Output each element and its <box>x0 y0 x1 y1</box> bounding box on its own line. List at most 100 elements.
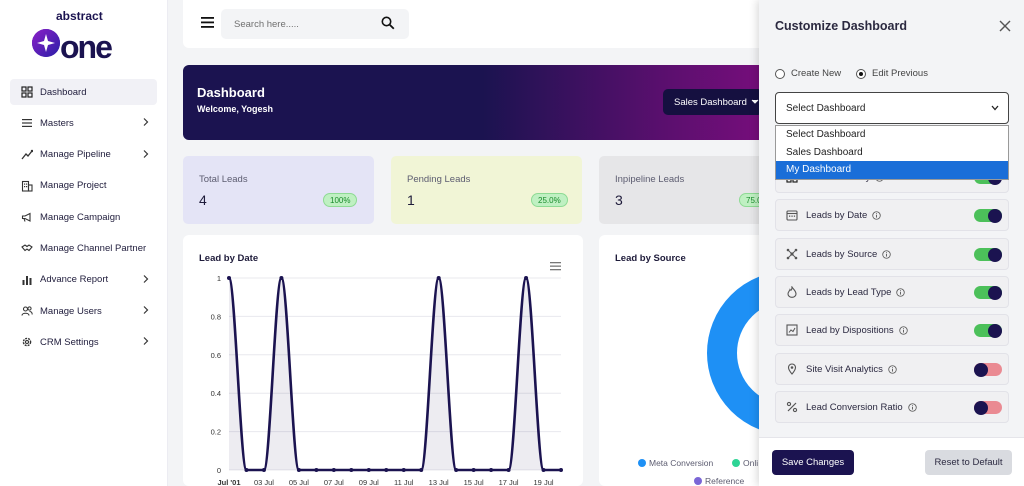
dropdown-option[interactable]: Sales Dashboard <box>776 144 1008 162</box>
total-leads-card[interactable]: Total Leads 4 100% <box>183 156 374 224</box>
radio-button[interactable] <box>856 68 866 79</box>
data-point[interactable] <box>331 468 336 472</box>
search-icon[interactable] <box>381 16 395 30</box>
info-icon[interactable] <box>907 402 917 412</box>
select-dashboard-dropdown[interactable]: Select Dashboard <box>775 92 1009 124</box>
x-tick-label: 11 Jul <box>394 478 414 486</box>
legend-item[interactable]: Meta Conversion <box>638 458 713 468</box>
pipeline-icon <box>20 148 34 162</box>
lead-by-date-card: Lead by Date 0 0.2 0.4 0.6 0.8 1 Jul '01 03 Jul… <box>183 235 583 486</box>
stat-value: 1 <box>407 192 415 208</box>
widget-toggle[interactable] <box>974 363 1002 377</box>
handshake-icon <box>20 241 34 255</box>
sidebar-item-crm-settings[interactable]: CRM Settings <box>10 329 157 355</box>
sidebar-item-manage-campaign[interactable]: Manage Campaign <box>10 204 157 230</box>
data-point[interactable] <box>541 468 546 472</box>
chevron-right-icon[interactable] <box>141 117 151 127</box>
brand-logo[interactable]: abstract one <box>32 8 136 64</box>
lead-by-source-card: Lead by Source Meta Conversion Onli Refe… <box>599 235 783 486</box>
sidebar-item-label: Manage Campaign <box>40 211 121 223</box>
inpipeline-leads-card[interactable]: Inpipeline Leads 3 75.0 <box>599 156 783 224</box>
dropdown-option[interactable]: Select Dashboard <box>776 126 1008 144</box>
widget-toggle[interactable] <box>974 401 1002 415</box>
data-point[interactable] <box>506 468 511 472</box>
widget-toggle[interactable] <box>974 248 1002 262</box>
widget-toggle[interactable] <box>974 324 1002 338</box>
info-icon[interactable] <box>882 249 891 259</box>
legend-item[interactable]: Onli <box>732 458 758 468</box>
save-changes-button[interactable]: Save Changes <box>772 450 854 475</box>
caret-down-icon <box>751 99 759 104</box>
data-point[interactable] <box>471 468 476 472</box>
stat-value: 4 <box>199 192 207 208</box>
dropdown-option[interactable]: My Dashboard <box>776 161 1008 179</box>
lead-by-date-chart: 0 0.2 0.4 0.6 0.8 1 Jul '01 03 Jul 05 Jul 07 Jul 0… <box>211 274 563 486</box>
sidebar-item-masters[interactable]: Masters <box>10 110 157 136</box>
stat-percent-badge: 25.0% <box>531 193 568 207</box>
data-point[interactable] <box>279 276 284 280</box>
info-icon[interactable] <box>896 287 906 297</box>
list-icon <box>20 116 34 130</box>
chevron-right-icon[interactable] <box>141 305 151 315</box>
data-point[interactable] <box>401 468 406 472</box>
x-tick-label: 19 Jul <box>534 478 554 486</box>
pin-icon <box>785 363 798 376</box>
customize-panel-title: Customize Dashboard <box>775 19 907 33</box>
sidebar-item-label: Manage Users <box>40 305 102 317</box>
stat-value: 3 <box>615 192 623 208</box>
legend-label: Meta Conversion <box>649 458 714 468</box>
widget-toggle[interactable] <box>974 286 1002 300</box>
y-tick-label: 0.2 <box>211 428 221 437</box>
widget-label: Leads by Source <box>806 248 878 260</box>
chevron-right-icon[interactable] <box>141 149 151 159</box>
create-new-radio[interactable]: Create New <box>775 68 841 79</box>
percent-icon <box>785 401 798 414</box>
data-point[interactable] <box>419 468 424 472</box>
widget-toggle[interactable] <box>974 209 1002 223</box>
sidebar-item-label: Masters <box>40 117 74 129</box>
widget-label: Lead Conversion Ratio <box>806 401 903 413</box>
sidebar-item-manage-channel-partner[interactable]: Manage Channel Partner <box>10 235 157 261</box>
data-point[interactable] <box>489 468 494 472</box>
edit-previous-radio[interactable]: Edit Previous <box>856 68 928 79</box>
chevron-right-icon[interactable] <box>141 274 151 284</box>
sidebar-item-label: Manage Pipeline <box>40 149 111 161</box>
sidebar-item-manage-project[interactable]: Manage Project <box>10 173 157 199</box>
chevron-right-icon[interactable] <box>141 336 151 346</box>
info-icon[interactable] <box>898 325 908 335</box>
data-point[interactable] <box>349 468 354 472</box>
info-icon[interactable] <box>888 364 897 374</box>
pending-leads-card[interactable]: Pending Leads 1 25.0% <box>391 156 582 224</box>
data-point[interactable] <box>244 468 249 472</box>
sidebar-item-manage-pipeline[interactable]: Manage Pipeline <box>10 142 157 168</box>
sidebar-item-dashboard[interactable]: Dashboard <box>10 79 157 105</box>
data-point[interactable] <box>261 468 266 472</box>
dashboard-select[interactable]: Sales Dashboard <box>663 89 763 115</box>
widget-row-site-visit-analytics: Site Visit Analytics <box>775 353 1009 385</box>
sidebar-item-advance-report[interactable]: Advance Report <box>10 267 157 293</box>
info-icon[interactable] <box>872 210 881 220</box>
data-point[interactable] <box>227 276 231 280</box>
sidebar-item-manage-users[interactable]: Manage Users <box>10 298 157 324</box>
legend-item[interactable]: Reference <box>694 476 744 486</box>
building-icon <box>20 179 34 193</box>
hamburger-menu-icon[interactable] <box>201 17 215 29</box>
data-point[interactable] <box>454 468 459 472</box>
sidebar-item-label: Advance Report <box>40 274 109 286</box>
data-point[interactable] <box>366 468 371 472</box>
data-point[interactable] <box>524 276 529 280</box>
reset-to-default-button[interactable]: Reset to Default <box>925 450 1012 475</box>
chevron-down-icon <box>991 105 999 111</box>
lead-by-source-donut <box>707 271 783 435</box>
stat-label: Total Leads <box>199 174 248 185</box>
data-point[interactable] <box>436 276 441 280</box>
data-point[interactable] <box>559 468 563 472</box>
customize-dashboard-panel: Customize Dashboard Create New Edit Prev… <box>759 0 1024 486</box>
radio-button[interactable] <box>775 68 785 79</box>
data-point[interactable] <box>314 468 319 472</box>
data-point[interactable] <box>384 468 389 472</box>
widget-row-leads-by-source: Leads by Source <box>775 238 1009 270</box>
close-icon[interactable] <box>999 20 1011 32</box>
sidebar-item-label: Manage Channel Partner <box>40 242 147 254</box>
data-point[interactable] <box>296 468 301 472</box>
